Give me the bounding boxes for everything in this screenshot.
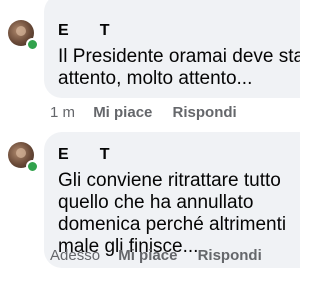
comments-thread: E T Il Presidente oramai deve sta attent… (0, 0, 300, 300)
comment-text-line: domenica perché altrimenti (58, 214, 287, 235)
comment-timestamp[interactable]: 1 m (50, 104, 75, 121)
reply-button[interactable]: Rispondi (173, 104, 237, 121)
comment-bubble: E T Il Presidente oramai deve sta attent… (44, 0, 300, 98)
comment-text-line: quello che ha annullato (58, 192, 254, 213)
comment-actions: 1 m Mi piace Rispondi (50, 104, 253, 121)
comment-author[interactable]: E T (58, 146, 110, 164)
comment-text-line: Il Presidente oramai deve sta (58, 46, 300, 67)
reply-button[interactable]: Rispondi (198, 247, 262, 264)
comment-actions: Adesso Mi piace Rispondi (50, 247, 278, 264)
like-button[interactable]: Mi piace (118, 247, 177, 264)
comment-timestamp[interactable]: Adesso (50, 247, 100, 264)
comment-text: Il Presidente oramai deve sta attento, m… (58, 46, 300, 90)
comment-author[interactable]: E T (58, 22, 110, 40)
like-button[interactable]: Mi piace (93, 104, 152, 121)
comment-text-line: attento, molto attento... (58, 68, 253, 89)
online-status-icon (26, 38, 39, 51)
online-status-icon (26, 160, 39, 173)
comment-text: Gli conviene ritrattare tutto quello che… (58, 170, 286, 258)
comment-text-line: Gli conviene ritrattare tutto (58, 170, 281, 191)
